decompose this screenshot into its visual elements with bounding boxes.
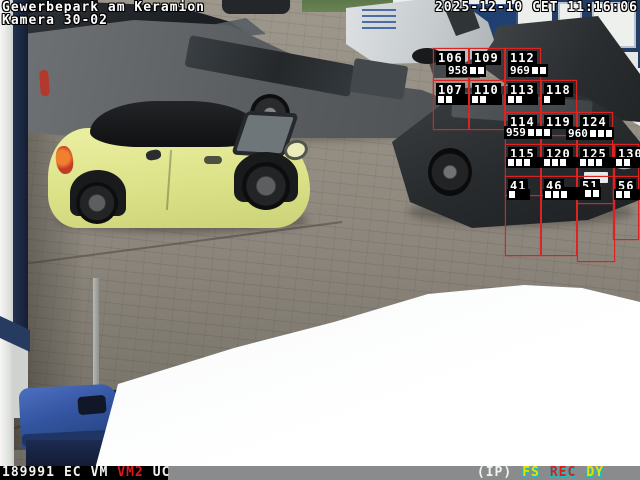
detection-zone-box: 110	[469, 80, 505, 130]
status-item: UC	[152, 465, 171, 480]
zone-value-chip: 958	[446, 64, 486, 77]
zone-activity-bar	[542, 94, 565, 105]
zone-id-label: 109	[472, 51, 501, 65]
detection-zone-box: 107	[433, 80, 469, 130]
zone-id-label: 106	[436, 51, 465, 65]
zone-activity-bar	[506, 94, 538, 105]
zone-activity-bar	[436, 94, 468, 105]
zone-activity-bar	[506, 157, 547, 168]
zone-activity-bar	[507, 189, 530, 200]
zone-activity-bar	[542, 157, 583, 168]
zone-activity-bar	[470, 94, 502, 105]
zone-value-chip: 969	[508, 64, 548, 77]
status-left: 189991 EC VM VM2 UC	[2, 466, 170, 480]
detection-zone-box: 56	[613, 176, 639, 240]
detection-zone-box: 41	[505, 176, 541, 256]
camera-id-label: Kamera 30-02	[2, 13, 108, 28]
status-bar: 189991 EC VM VM2 UC (IP) FS REC DY	[0, 466, 640, 480]
status-item: EC	[63, 465, 82, 480]
zone-id-label: 112	[508, 51, 537, 65]
zone-activity-bar	[614, 189, 640, 200]
status-item: DY	[586, 465, 604, 480]
camera-view: 106 109 112 107 110 113 118 114 119 124 115 120 125 1…	[0, 0, 640, 480]
status-item: VM	[90, 465, 109, 480]
zone-value-chip: 959	[504, 126, 552, 139]
zone-activity-bar	[578, 157, 619, 168]
status-item: VM2	[117, 465, 144, 480]
zone-activity-bar	[614, 157, 640, 168]
status-item: (IP)	[476, 465, 513, 480]
status-item: 189991	[2, 465, 55, 480]
zone-value-chip: 960	[566, 127, 614, 140]
zone-activity-bar	[543, 189, 584, 200]
detection-overlay: 106 109 112 107 110 113 118 114 119 124 115 120 125 1…	[0, 0, 640, 480]
status-item: FS	[522, 465, 540, 480]
status-right: (IP) FS REC DY	[477, 466, 604, 480]
status-item: REC	[549, 465, 577, 480]
timestamp: 2025-12-10 CET 11:16:06	[434, 0, 638, 15]
